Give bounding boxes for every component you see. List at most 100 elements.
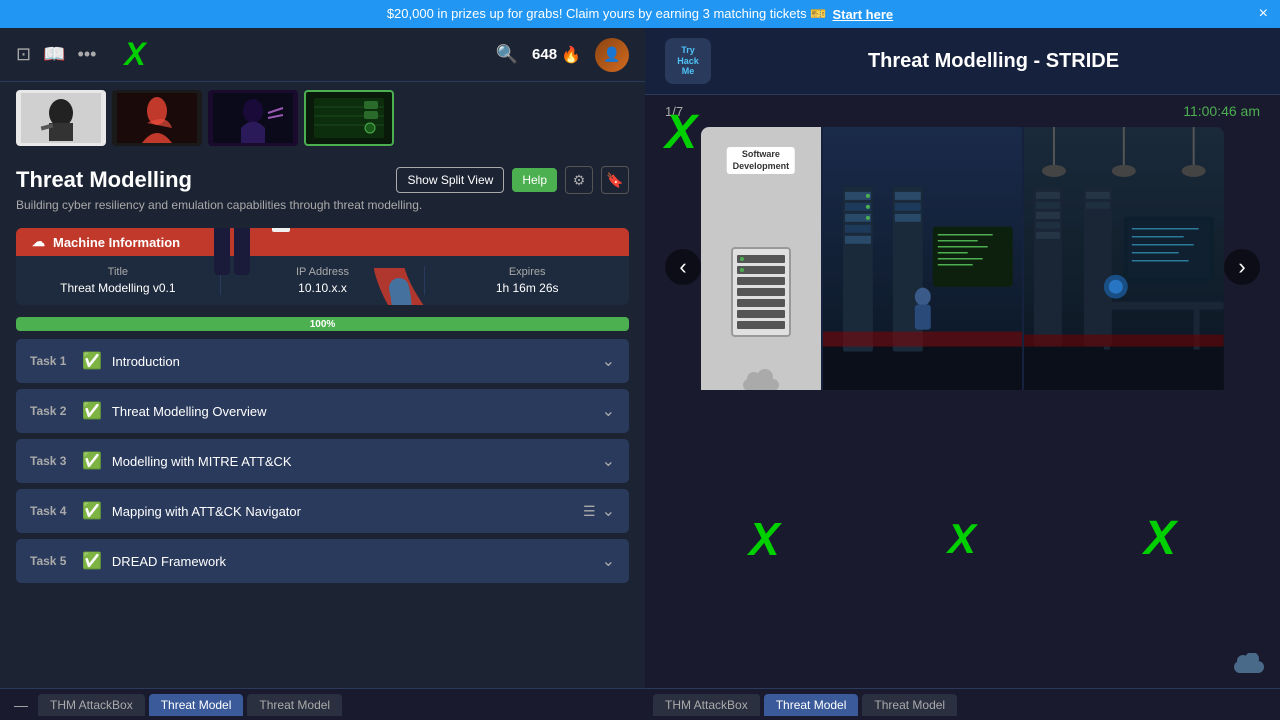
next-slide-button[interactable]: › (1224, 249, 1260, 285)
flame-icon: 🔥 (561, 45, 581, 65)
title-label: Title (26, 266, 210, 278)
machine-info-title: Machine Information (53, 235, 180, 250)
slide-time: 11:00:46 am (1183, 103, 1260, 119)
x-mark-bottom-mid: X (948, 515, 976, 563)
machine-info-header: ☁ Machine Information (16, 228, 629, 256)
help-button[interactable]: Help (512, 168, 557, 192)
prev-slide-button[interactable]: ‹ (665, 249, 701, 285)
minimize-button[interactable]: — (8, 695, 34, 715)
banner-close-button[interactable]: × (1259, 5, 1268, 23)
nav-icons: ⊡ 📖 ••• (16, 44, 96, 65)
task-icons: ⌄ (602, 551, 615, 571)
rack-unit-4 (737, 288, 785, 296)
settings-icon[interactable]: ⚙ (565, 166, 593, 194)
bottom-tabs: — THM AttackBoxThreat ModelThreat Model (0, 688, 645, 720)
task-icons: ☰ ⌄ (583, 501, 615, 521)
task-num: Task 2 (30, 404, 72, 418)
title-value: Threat Modelling v0.1 (26, 281, 210, 295)
course-title: Threat Modelling (16, 167, 192, 193)
task-item-3[interactable]: Task 3 ✅ Modelling with MITRE ATT&CK ⌄ (16, 439, 629, 483)
task-title: Modelling with MITRE ATT&CK (112, 454, 592, 469)
progress-bar-fill: 100% (16, 317, 629, 331)
rack-unit-3 (737, 277, 785, 285)
list-icon: ☰ (583, 503, 596, 520)
score-value: 648 (532, 46, 557, 63)
rack-led-2 (740, 268, 744, 272)
nav-bar: ⊡ 📖 ••• X 🔍 648 🔥 👤 (0, 28, 645, 82)
task-title: Threat Modelling Overview (112, 404, 592, 419)
right-tab-1[interactable]: Threat Model (764, 694, 859, 716)
expires-value: 1h 16m 26s (435, 281, 619, 295)
left-panel: ⊡ 📖 ••• X 🔍 648 🔥 👤 (0, 28, 645, 720)
progress-bar-container: 100% (16, 317, 629, 331)
chevron-icon: ⌄ (602, 451, 615, 471)
nav-right: 🔍 648 🔥 👤 (496, 38, 629, 72)
machine-info-body: Title Threat Modelling v0.1 IP Address 1… (16, 256, 629, 305)
search-icon[interactable]: 🔍 (496, 44, 518, 65)
right-panel-title: Threat Modelling - STRIDE (727, 50, 1260, 73)
thm-logo-left: X (124, 36, 145, 73)
tab-2[interactable]: Threat Model (247, 694, 342, 716)
rack-unit-1 (737, 255, 785, 263)
slide-panel-dc1 (823, 127, 1023, 390)
chevron-icon: ⌄ (602, 401, 615, 421)
promo-banner: $20,000 in prizes up for grabs! Claim yo… (0, 0, 1280, 28)
more-icon[interactable]: ••• (78, 44, 97, 65)
cloud-icon-bottom (743, 369, 779, 389)
banner-link[interactable]: Start here (832, 7, 893, 22)
window-icon[interactable]: ⊡ (16, 44, 31, 65)
right-tab-0[interactable]: THM AttackBox (653, 694, 760, 716)
rack-unit-5 (737, 299, 785, 307)
rack-led (740, 257, 744, 261)
slideshow-container: ‹ Software Development (665, 127, 1260, 390)
task-check-icon: ✅ (82, 551, 102, 571)
banner-text: $20,000 in prizes up for grabs! Claim yo… (387, 6, 827, 22)
cloud-icon-right (1234, 653, 1264, 678)
main-layout: ⊡ 📖 ••• X 🔍 648 🔥 👤 (0, 28, 1280, 720)
task-check-icon: ✅ (82, 351, 102, 371)
score-display: 648 🔥 (532, 45, 581, 65)
right-tab-2[interactable]: Threat Model (862, 694, 957, 716)
thumb-3[interactable] (208, 90, 298, 146)
slide-counter-row: 1/7 11:00:46 am (665, 103, 1260, 119)
thumb-2[interactable] (112, 90, 202, 146)
task-num: Task 3 (30, 454, 72, 468)
bookmark-icon[interactable]: 🔖 (601, 166, 629, 194)
bottom-x-row: X X X (645, 390, 1280, 689)
task-item-4[interactable]: Task 4 ✅ Mapping with ATT&CK Navigator ☰… (16, 489, 629, 533)
split-view-button[interactable]: Show Split View (396, 167, 504, 193)
info-ip-col: IP Address 10.10.x.x (221, 266, 426, 295)
course-title-row: Threat Modelling Show Split View Help ⚙ … (16, 166, 629, 194)
rack-unit-6 (737, 310, 785, 318)
task-num: Task 5 (30, 554, 72, 568)
right-panel: TryHackMe Threat Modelling - STRIDE X 1/… (645, 28, 1280, 720)
thumb-4[interactable] (304, 90, 394, 146)
thm-logo-icon: TryHackMe (665, 38, 711, 84)
right-bottom-tabs: THM AttackBoxThreat ModelThreat Model (645, 688, 1280, 720)
task-item-1[interactable]: Task 1 ✅ Introduction ⌄ (16, 339, 629, 383)
task-list: Task 1 ✅ Introduction ⌄ Task 2 ✅ Threat … (0, 339, 645, 688)
task-title: Introduction (112, 354, 592, 369)
machine-info-card: ☁ Machine Information Title Threat Model… (16, 228, 629, 305)
task-item-5[interactable]: Task 5 ✅ DREAD Framework ⌄ (16, 539, 629, 583)
task-check-icon: ✅ (82, 501, 102, 521)
user-avatar[interactable]: 👤 (595, 38, 629, 72)
task-num: Task 4 (30, 504, 72, 518)
ip-value: 10.10.x.x (231, 281, 415, 295)
task-item-2[interactable]: Task 2 ✅ Threat Modelling Overview ⌄ (16, 389, 629, 433)
course-actions: Show Split View Help ⚙ 🔖 (396, 166, 629, 194)
server-label: Software Development (727, 147, 796, 174)
slide-panel-dc2 (1024, 127, 1224, 390)
chevron-icon: ⌄ (602, 501, 615, 521)
task-icons: ⌄ (602, 451, 615, 471)
cloud-machine-icon: ☁ (32, 234, 45, 250)
tab-0[interactable]: THM AttackBox (38, 694, 145, 716)
x-mark-bottom-right: X (1144, 511, 1176, 566)
progress-label: 100% (310, 319, 336, 330)
tab-1[interactable]: Threat Model (149, 694, 244, 716)
rack-unit-2 (737, 266, 785, 274)
book-icon[interactable]: 📖 (43, 44, 65, 65)
info-expires-col: Expires 1h 16m 26s (425, 266, 629, 295)
thumb-1[interactable] (16, 90, 106, 146)
x-mark-bottom-left: X (749, 512, 780, 566)
